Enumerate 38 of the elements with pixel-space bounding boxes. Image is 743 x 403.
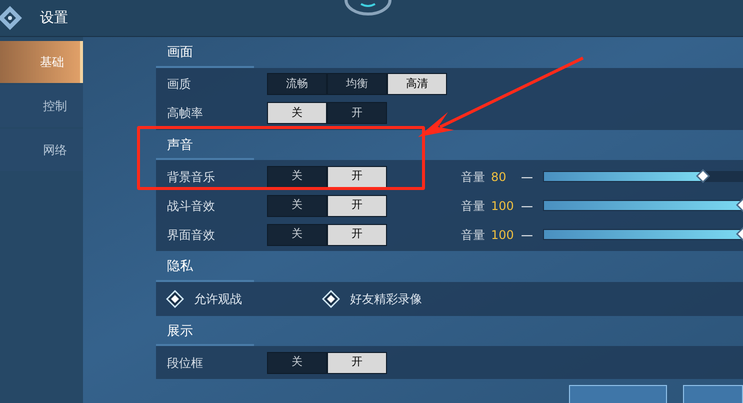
- volume-down-button[interactable]: —: [521, 226, 543, 244]
- setting-label: 界面音效: [167, 226, 216, 244]
- checkbox-option[interactable]: 允许观战: [166, 290, 322, 308]
- footer-button[interactable]: [569, 385, 667, 403]
- checkbox-option[interactable]: 好友精彩录像: [322, 290, 478, 308]
- segment-option[interactable]: 开: [327, 102, 387, 124]
- segment-option[interactable]: 关: [267, 352, 327, 374]
- volume-down-button[interactable]: —: [521, 196, 543, 214]
- segment-option[interactable]: 关: [267, 102, 327, 124]
- volume-down-button[interactable]: —: [521, 168, 543, 186]
- volume-label: 音量: [461, 226, 486, 244]
- setting-label: 背景音乐: [167, 168, 216, 186]
- window-title: 设置: [40, 8, 68, 28]
- segment-option[interactable]: 关: [267, 194, 327, 216]
- setting-label: 战斗音效: [167, 198, 216, 214]
- segment-option[interactable]: 开: [327, 352, 387, 374]
- volume-value: 100: [491, 226, 515, 244]
- sidebar-tab[interactable]: 控制: [0, 85, 83, 127]
- volume-value: 80: [491, 168, 508, 186]
- setting-label: 画质: [167, 76, 192, 93]
- segment-option[interactable]: 开: [327, 194, 387, 216]
- ring-icon: [343, 0, 393, 16]
- segment-option[interactable]: 关: [267, 166, 327, 188]
- slider-thumb[interactable]: [696, 169, 710, 183]
- footer-button[interactable]: [683, 385, 743, 403]
- segment-option[interactable]: 流畅: [267, 73, 327, 95]
- setting-label: 段位框: [167, 354, 204, 372]
- segment-option[interactable]: 高清: [387, 73, 447, 95]
- volume-value: 100: [491, 198, 515, 214]
- volume-label: 音量: [461, 198, 486, 214]
- segment-option[interactable]: 开: [327, 166, 387, 188]
- setting-label: 高帧率: [167, 105, 204, 122]
- sidebar-tab[interactable]: 网络: [0, 129, 83, 171]
- segment-option[interactable]: 均衡: [327, 73, 387, 95]
- volume-slider[interactable]: [543, 171, 743, 182]
- segment-option[interactable]: 关: [267, 224, 327, 246]
- volume-label: 音量: [461, 168, 486, 186]
- segment-option[interactable]: 开: [327, 224, 387, 246]
